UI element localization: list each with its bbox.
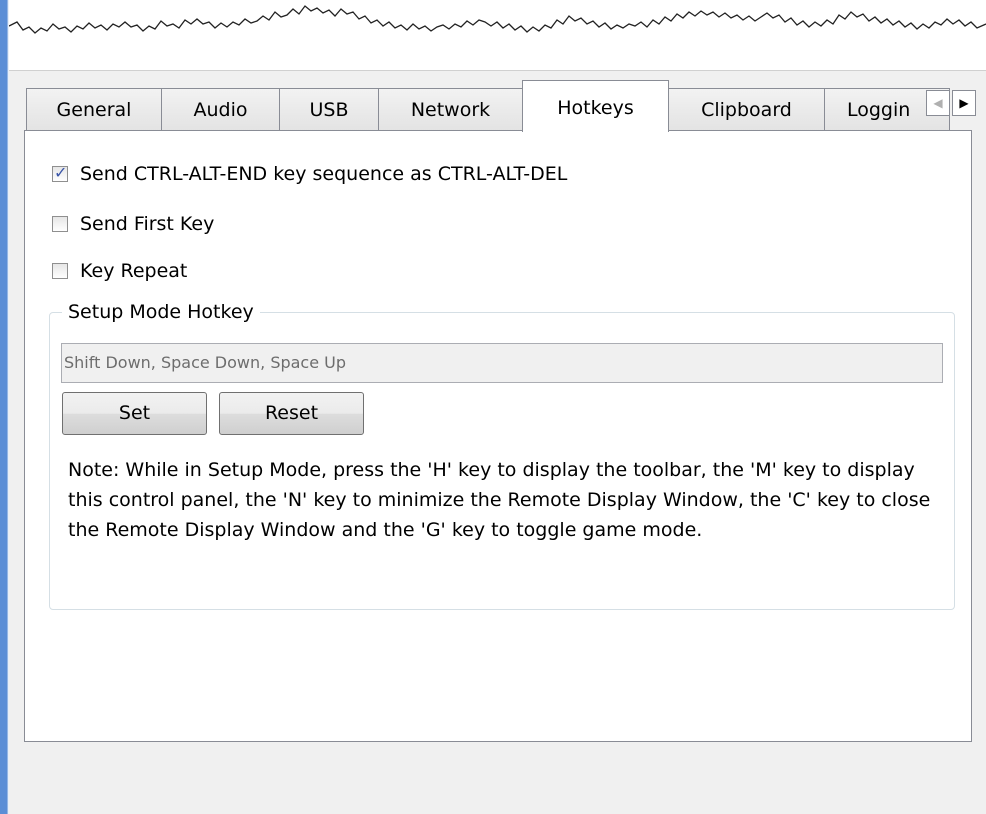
tab-usb[interactable]: USB: [279, 88, 379, 131]
tab-network[interactable]: Network: [378, 88, 523, 131]
hotkey-field[interactable]: Shift Down, Space Down, Space Up: [61, 343, 943, 383]
setup-mode-note: Note: While in Setup Mode, press the 'H'…: [68, 459, 931, 541]
ctrl-alt-end-option[interactable]: ✓ Send CTRL-ALT-END key sequence as CTRL…: [52, 161, 567, 187]
reset-button[interactable]: Reset: [219, 392, 364, 435]
set-button[interactable]: Set: [62, 392, 207, 435]
tab-hotkeys[interactable]: Hotkeys: [522, 80, 669, 132]
tab-general[interactable]: General: [26, 88, 162, 131]
check-mark-icon: ✓: [54, 163, 68, 182]
tab-strip: General Audio USB Network Hotkeys Clipbo…: [26, 80, 986, 132]
chevron-right-icon[interactable]: ▶: [952, 90, 976, 116]
window-left-border: [0, 0, 9, 814]
send-first-key-label: Send First Key: [80, 213, 215, 235]
audio-waveform-graph: [9, 5, 986, 34]
settings-window: General Audio USB Network Hotkeys Clipbo…: [0, 0, 986, 814]
key-repeat-label: Key Repeat: [80, 260, 188, 282]
ctrl-alt-end-checkbox[interactable]: ✓: [52, 163, 68, 182]
key-repeat-checkbox[interactable]: [52, 263, 68, 279]
tab-audio[interactable]: Audio: [161, 88, 280, 131]
ctrl-alt-end-label: Send CTRL-ALT-END key sequence as CTRL-A…: [80, 163, 568, 185]
send-first-key-checkbox[interactable]: [52, 216, 68, 232]
setup-mode-hotkey-title: Setup Mode Hotkey: [62, 300, 260, 324]
tab-clipboard[interactable]: Clipboard: [668, 88, 825, 131]
key-repeat-option[interactable]: Key Repeat: [52, 258, 187, 284]
chevron-left-icon[interactable]: ◀: [926, 90, 950, 116]
send-first-key-option[interactable]: Send First Key: [52, 211, 214, 237]
